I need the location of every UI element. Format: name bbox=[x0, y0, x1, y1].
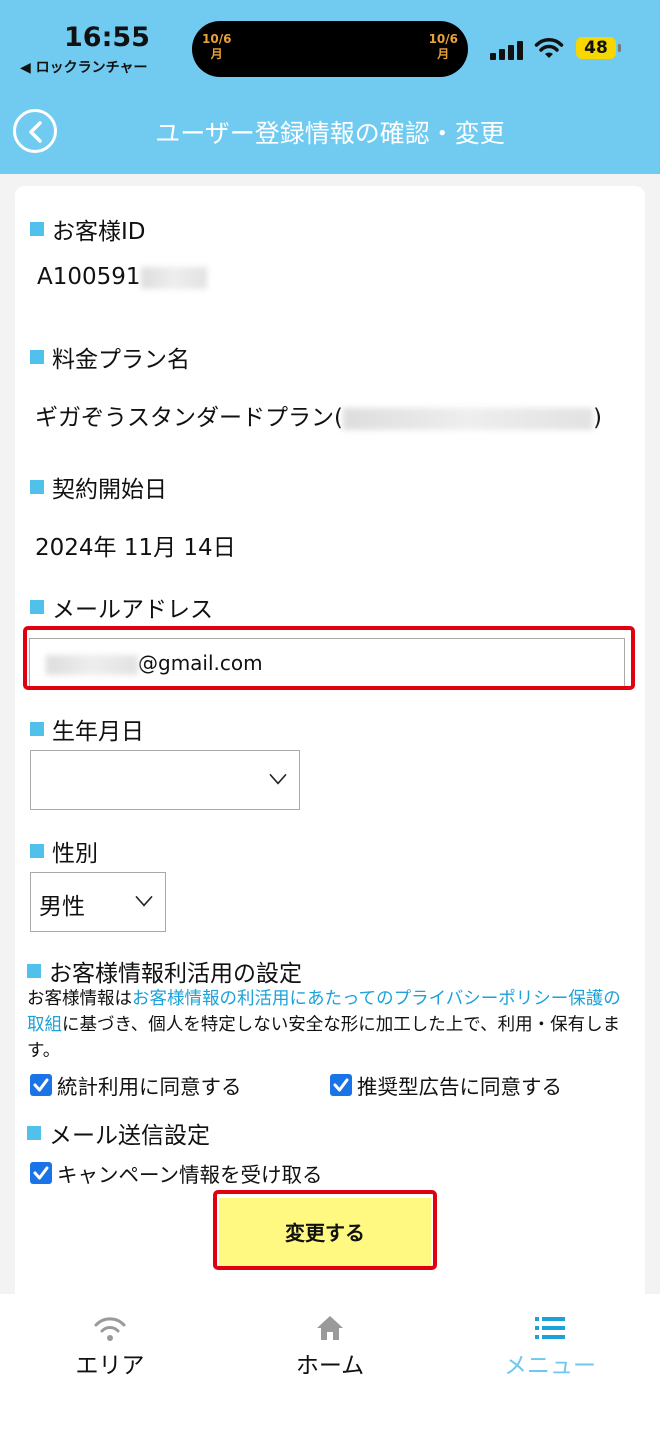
status-time: 16:55 bbox=[64, 22, 150, 53]
app-header: ユーザー登録情報の確認・変更 bbox=[0, 100, 660, 174]
tab-home[interactable]: ホーム bbox=[250, 1314, 410, 1380]
plan-heading: 料金プラン名 bbox=[30, 340, 190, 374]
tab-area[interactable]: エリア bbox=[30, 1314, 190, 1380]
customer-id-heading: お客様ID bbox=[30, 212, 146, 246]
tab-menu-label: メニュー bbox=[504, 1353, 596, 1379]
birthday-select[interactable] bbox=[30, 750, 300, 810]
menu-list-icon bbox=[535, 1317, 565, 1339]
form-card: お客様ID A100591 料金プラン名 ギガぞうスタンダードプラン() 契約開… bbox=[15, 186, 645, 1294]
page-title: ユーザー登録情報の確認・変更 bbox=[155, 119, 505, 148]
email-highlight-frame bbox=[23, 626, 635, 690]
checkbox-checked-icon bbox=[330, 1074, 352, 1096]
checkbox-checked-icon bbox=[30, 1162, 52, 1184]
home-icon bbox=[317, 1316, 343, 1340]
dynamic-island: 10/6 月 10/6 月 bbox=[192, 21, 468, 77]
tab-area-label: エリア bbox=[75, 1353, 145, 1379]
redacted-mask bbox=[140, 266, 207, 289]
birthday-heading: 生年月日 bbox=[30, 712, 144, 746]
main-content: お客様ID A100591 料金プラン名 ギガぞうスタンダードプラン() 契約開… bbox=[0, 174, 660, 1294]
battery-tip bbox=[618, 44, 621, 52]
redacted-mask bbox=[342, 407, 593, 430]
island-left-date: 10/6 月 bbox=[202, 32, 232, 61]
gender-heading: 性別 bbox=[30, 834, 98, 868]
battery-icon: 48 bbox=[576, 37, 616, 59]
wifi-area-icon bbox=[94, 1317, 126, 1341]
gender-select[interactable]: 男性 bbox=[30, 872, 166, 932]
campaign-checkbox[interactable]: キャンペーン情報を受け取る bbox=[30, 1158, 322, 1188]
email-heading: メールアドレス bbox=[30, 590, 213, 624]
mail-settings-heading: メール送信設定 bbox=[27, 1116, 210, 1150]
chevron-down-icon bbox=[269, 773, 287, 785]
tab-bar: エリア ホーム メニュー bbox=[0, 1294, 660, 1434]
tab-menu[interactable]: メニュー bbox=[470, 1314, 630, 1380]
stats-checkbox[interactable]: 統計利用に同意する bbox=[30, 1070, 242, 1100]
start-date-value: 2024年 11月 14日 bbox=[35, 535, 236, 561]
cellular-signal-icon bbox=[490, 40, 524, 60]
chevron-down-icon bbox=[135, 895, 153, 907]
plan-value: ギガぞうスタンダードプラン() bbox=[35, 405, 602, 431]
status-bar: 16:55 ◀ ロックランチャー 10/6 月 10/6 月 48 bbox=[0, 0, 660, 100]
ads-checkbox[interactable]: 推奨型広告に同意する bbox=[330, 1070, 562, 1100]
island-right-date: 10/6 月 bbox=[428, 32, 458, 61]
usage-heading: お客様情報利活用の設定 bbox=[27, 954, 302, 988]
back-to-app-link[interactable]: ◀ ロックランチャー bbox=[20, 57, 148, 77]
submit-highlight-frame bbox=[213, 1190, 437, 1270]
checkbox-checked-icon bbox=[30, 1074, 52, 1096]
wifi-icon bbox=[534, 38, 564, 58]
tab-home-label: ホーム bbox=[295, 1353, 365, 1379]
customer-id-value: A100591 bbox=[37, 264, 207, 290]
start-date-heading: 契約開始日 bbox=[30, 470, 167, 504]
usage-note: お客様情報はお客様情報の利活用にあたってのプライバシーポリシー保護の取組に基づき… bbox=[27, 989, 621, 1061]
